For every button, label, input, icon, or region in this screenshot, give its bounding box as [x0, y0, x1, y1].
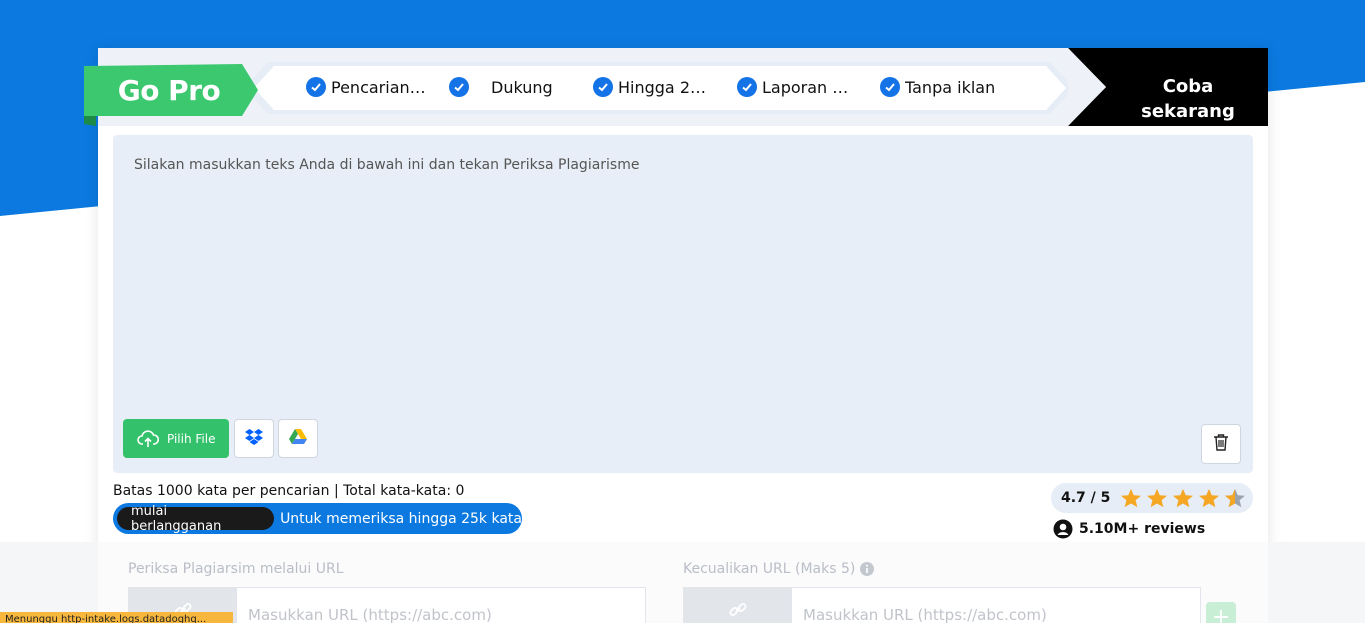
choose-file-label: Pilih File [167, 431, 216, 446]
rating-value: 4.7 / 5 [1061, 490, 1111, 506]
choose-file-button[interactable]: Pilih File [123, 419, 229, 458]
dropbox-button[interactable] [234, 419, 274, 458]
star-icon [1199, 488, 1220, 508]
add-exclude-url-button[interactable]: + [1206, 602, 1236, 623]
feature-label: Tanpa iklan [905, 77, 996, 97]
feature-label: Hingga 25,... [618, 77, 712, 97]
subscribe-description: Untuk memeriksa hingga 25k kata [280, 510, 522, 527]
word-limit-text: Batas 1000 kata per pencarian | Total ka… [113, 483, 465, 499]
subscribe-button[interactable]: mulai berlangganan [117, 504, 275, 534]
exclude-url-label-wrap: Kecualikan URL (Maks 5) [683, 561, 875, 577]
rating-stars [1120, 488, 1246, 508]
dropbox-icon [245, 428, 263, 449]
try-now-line2: sekarang [1141, 101, 1235, 122]
check-circle-icon [737, 77, 757, 97]
check-circle-icon [449, 77, 469, 97]
feature-item-report: Laporan A... [737, 74, 854, 100]
clear-text-button[interactable] [1201, 424, 1241, 464]
gopro-label: Go Pro [117, 73, 221, 107]
check-circle-icon [880, 77, 900, 97]
star-half-icon [1225, 488, 1246, 508]
gopro-badge[interactable]: Go Pro [84, 64, 258, 126]
google-drive-button[interactable] [278, 419, 318, 458]
try-now-line1: Coba [1162, 76, 1214, 97]
star-icon [1121, 488, 1142, 508]
check-circle-icon [593, 77, 613, 97]
check-circle-icon [306, 77, 326, 97]
page: Pencarian ... Dukung Hingga 25,... Lapor… [0, 0, 1365, 623]
reviews-label: 5.10M+ reviews [1079, 521, 1206, 537]
exclude-url-label: Kecualikan URL (Maks 5) [683, 561, 856, 577]
cloud-upload-icon [137, 429, 159, 448]
feature-item-noads: Tanpa iklan [880, 74, 995, 100]
browser-status-bar: Menunggu http-intake.logs.datadoghq... [0, 612, 233, 623]
url-input-placeholder: Masukkan URL (https://abc.com) [248, 606, 492, 623]
user-icon [1053, 519, 1073, 539]
trash-icon [1213, 433, 1229, 455]
editor-placeholder: Silakan masukkan teks Anda di bawah ini … [134, 157, 640, 173]
url-check-label: Periksa Plagiarsim melalui URL [128, 561, 344, 577]
feature-label: Pencarian ... [331, 77, 427, 97]
exclude-url-placeholder: Masukkan URL (https://abc.com) [803, 606, 1047, 623]
star-icon [1147, 488, 1168, 508]
exclude-link-icon-box [683, 587, 791, 623]
feature-label: Laporan A... [762, 77, 854, 97]
reviews-count: 5.10M+ reviews [1053, 519, 1205, 539]
features-bar: Pencarian ... Dukung Hingga 25,... Lapor… [244, 62, 1074, 114]
rating-badge: 4.7 / 5 [1051, 483, 1253, 513]
try-now-button[interactable]: Coba sekarang [1108, 74, 1268, 124]
star-icon [1173, 488, 1194, 508]
feature-item-support: Dukung [449, 74, 553, 100]
google-drive-icon [289, 428, 307, 449]
feature-label: Dukung [491, 77, 553, 97]
feature-item-limit: Hingga 25,... [593, 74, 712, 100]
subscribe-banner: mulai berlangganan Untuk memeriksa hingg… [113, 503, 522, 534]
feature-item-search: Pencarian ... [306, 74, 427, 100]
info-icon [860, 562, 875, 576]
link-icon [729, 601, 747, 619]
